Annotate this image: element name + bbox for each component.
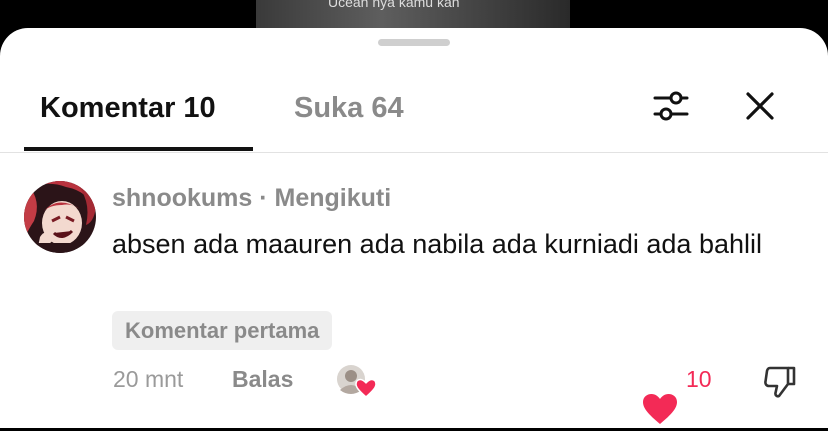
creator-liked-indicator <box>336 364 377 398</box>
comment-timestamp: 20 mnt <box>113 366 184 392</box>
tab-comments[interactable]: Komentar 10 <box>40 92 216 125</box>
tab-divider <box>0 152 828 153</box>
thumbs-down-icon <box>764 366 796 398</box>
heart-small-icon <box>355 378 377 398</box>
like-button[interactable] <box>641 392 679 426</box>
like-count: 10 <box>686 366 712 392</box>
video-caption: Ucean nya kamu kan <box>328 0 460 10</box>
filter-button[interactable] <box>651 86 691 126</box>
drag-handle[interactable] <box>378 39 450 46</box>
comments-sheet: Komentar 10 Suka 64 shnookums · Mengikut… <box>0 28 828 428</box>
active-tab-indicator <box>24 147 253 151</box>
username[interactable]: shnookums <box>112 184 252 212</box>
sliders-icon <box>653 91 689 121</box>
tab-likes[interactable]: Suka 64 <box>294 92 404 125</box>
comment-text: absen ada maauren ada nabila ada kurniad… <box>112 229 762 259</box>
first-comment-badge: Komentar pertama <box>112 311 333 350</box>
close-button[interactable] <box>740 86 780 126</box>
meta-separator: · <box>252 184 275 212</box>
comment-meta: shnookums · Mengikuti <box>112 184 391 213</box>
close-icon <box>746 92 774 120</box>
reply-button[interactable]: Balas <box>232 366 293 393</box>
relation-label: Mengikuti <box>274 184 392 212</box>
avatar[interactable] <box>24 181 96 253</box>
dislike-button[interactable] <box>762 364 798 400</box>
heart-icon <box>643 394 677 424</box>
